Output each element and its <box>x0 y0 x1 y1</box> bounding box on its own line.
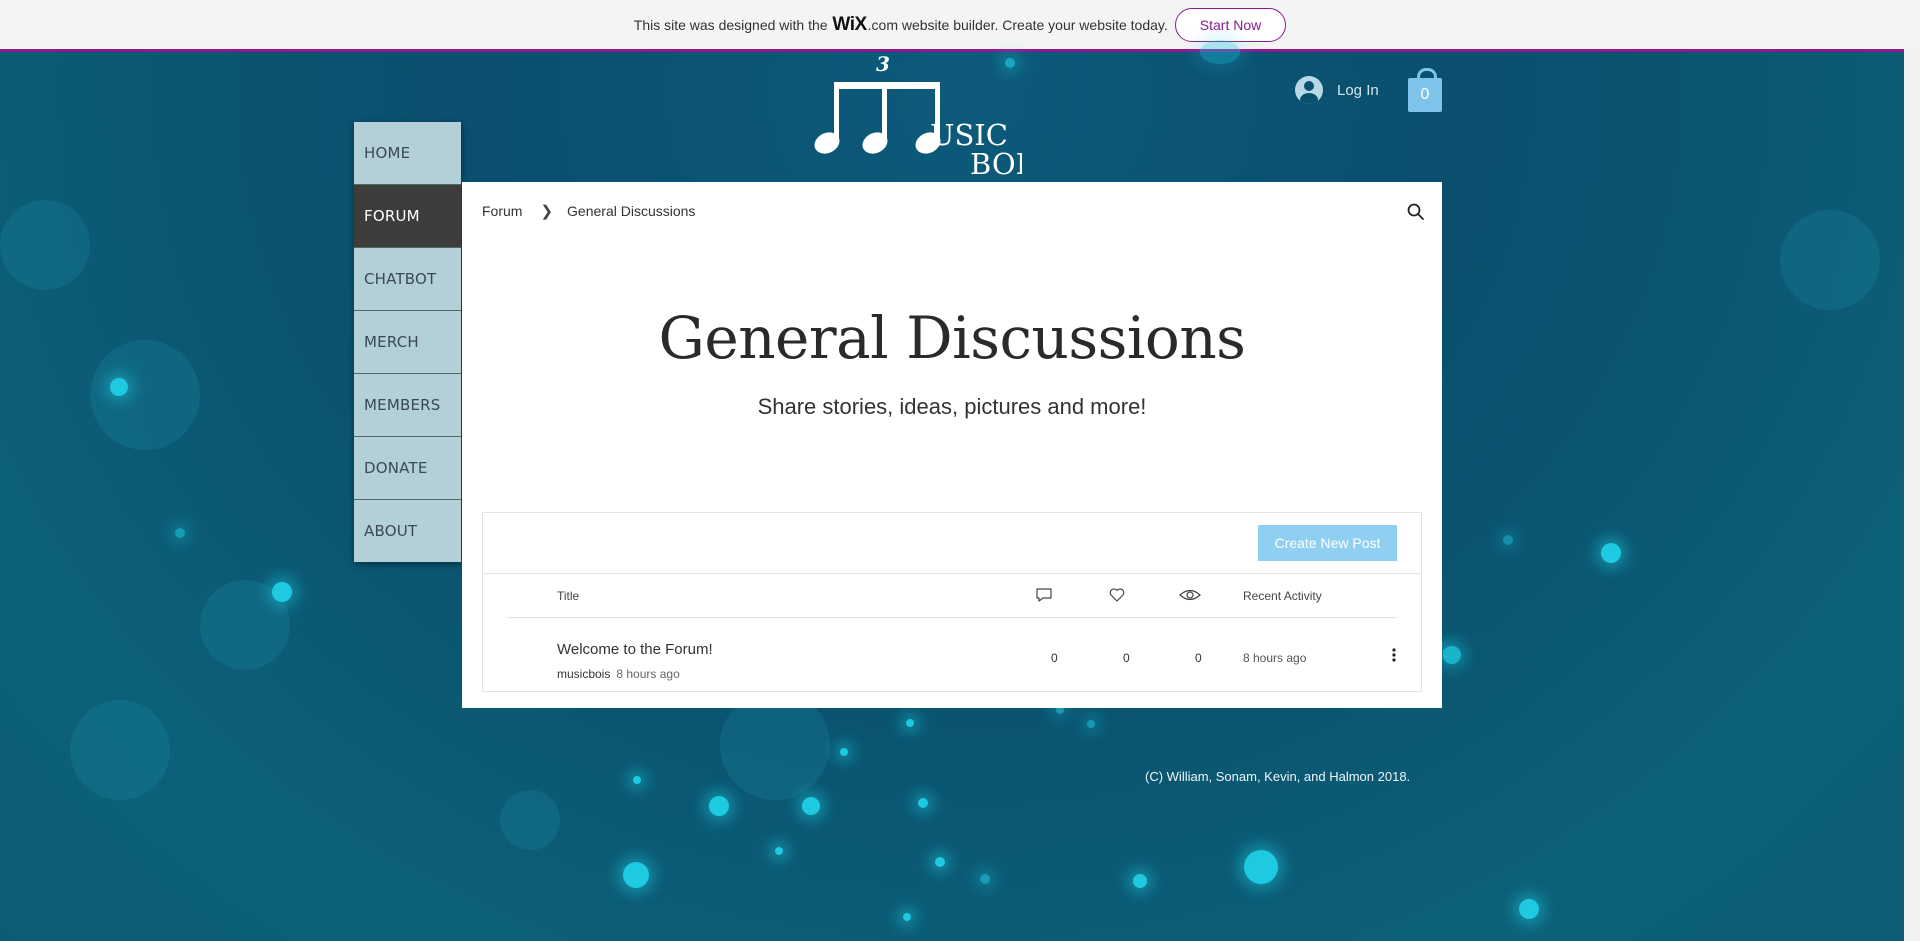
banner-text-before: This site was designed with the <box>633 16 828 33</box>
post-time: 8 hours ago <box>616 667 680 681</box>
forum-panel: Forum ❯ General Discussions General Disc… <box>462 182 1442 708</box>
cart-count: 0 <box>1420 86 1430 103</box>
footer-copyright: (C) William, Sonam, Kevin, and Halmon 20… <box>1145 769 1411 784</box>
recent-activity: 8 hours ago <box>1243 651 1307 665</box>
user-avatar-icon <box>1295 76 1323 104</box>
more-options-icon[interactable] <box>1392 647 1396 663</box>
wix-logo: WiX <box>832 13 867 35</box>
page-title: General Discussions <box>658 304 1246 372</box>
cart-button[interactable]: 0 <box>1408 68 1444 114</box>
page-subtitle: Share stories, ideas, pictures and more! <box>757 394 1147 419</box>
menu-item-about[interactable]: ABOUT <box>354 500 461 562</box>
menu-item-forum[interactable]: FORUM <box>354 185 461 248</box>
heart-icon <box>1109 588 1125 602</box>
posts-table: Create New Post Title Recent Activity We… <box>482 512 1422 692</box>
wix-logo-suffix: .com <box>867 16 898 33</box>
divider <box>483 573 1421 574</box>
logo-text-line2: BOI <box>970 147 1022 181</box>
menu-item-members[interactable]: MEMBERS <box>354 374 461 437</box>
view-count: 0 <box>1195 651 1202 665</box>
breadcrumb: Forum ❯ General Discussions <box>482 202 695 220</box>
wix-promo-banner: This site was designed with the WiX .com … <box>0 0 1920 52</box>
eye-icon <box>1179 589 1201 601</box>
start-now-button[interactable]: Start Now <box>1174 7 1287 42</box>
post-author[interactable]: musicbois <box>557 667 610 681</box>
column-header-title[interactable]: Title <box>557 589 579 603</box>
shopping-bag-icon: 0 <box>1408 78 1442 112</box>
post-meta: musicbois 8 hours ago <box>557 667 680 681</box>
menu-item-donate[interactable]: DONATE <box>354 437 461 500</box>
menu-item-chatbot[interactable]: CHATBOT <box>354 248 461 311</box>
logo-tuplet: 3 <box>876 52 890 76</box>
music-boi-logo[interactable]: 3 USIC BOI <box>812 52 1022 182</box>
login-label: Log In <box>1337 81 1379 99</box>
login-button[interactable]: Log In <box>1295 76 1379 104</box>
breadcrumb-forum-link[interactable]: Forum <box>482 203 522 219</box>
like-count: 0 <box>1123 651 1130 665</box>
comment-count: 0 <box>1051 651 1058 665</box>
create-new-post-button[interactable]: Create New Post <box>1258 525 1397 561</box>
breadcrumb-current: General Discussions <box>567 203 696 219</box>
chevron-right-icon: ❯ <box>540 203 554 220</box>
page-scrollbar[interactable] <box>1904 49 1920 941</box>
banner-text-after: website builder. Create your website tod… <box>901 16 1168 33</box>
column-header-recent-activity[interactable]: Recent Activity <box>1243 589 1322 603</box>
comments-icon <box>1036 588 1052 602</box>
menu-item-home[interactable]: HOME <box>354 122 461 185</box>
menu-item-merch[interactable]: MERCH <box>354 311 461 374</box>
post-title[interactable]: Welcome to the Forum! <box>557 641 713 658</box>
search-icon[interactable] <box>1406 202 1426 222</box>
site-menu: HOME FORUM CHATBOT MERCH MEMBERS DONATE … <box>354 122 461 562</box>
divider <box>507 617 1397 618</box>
